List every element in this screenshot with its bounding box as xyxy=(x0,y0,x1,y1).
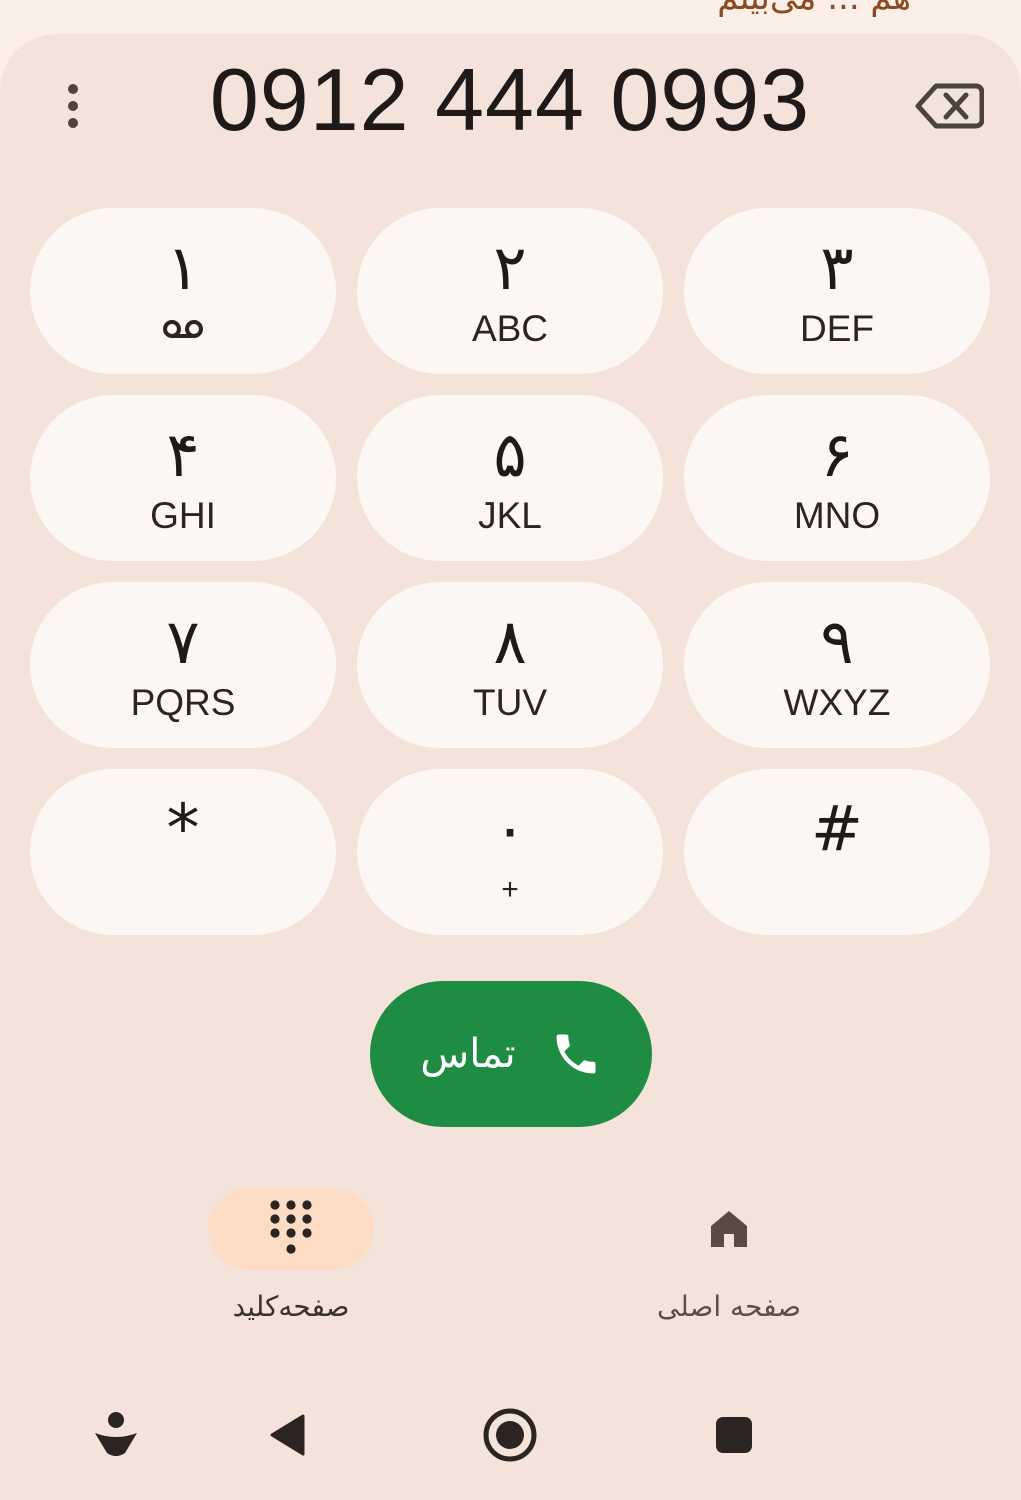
key-digit: ۶ xyxy=(820,418,854,491)
nav-keypad-label: صفحه‌کلید xyxy=(232,1290,350,1323)
dialpad: ۱ ۲ ABC ۳ DEF ۴ GHI ۵ JKL ۶ MNO ۷ PQRS ۸… xyxy=(30,208,990,935)
key-letters: TUV xyxy=(473,682,547,723)
home-button[interactable] xyxy=(478,1400,542,1470)
backspace-button[interactable] xyxy=(914,78,985,134)
key-hash[interactable]: # xyxy=(684,769,990,935)
key-digit: # xyxy=(811,792,863,865)
accessibility-icon xyxy=(95,1412,137,1456)
accessibility-button[interactable] xyxy=(86,1400,146,1470)
phone-number-display[interactable]: 0912 444 0993 xyxy=(130,40,890,160)
call-button[interactable]: تماس xyxy=(370,981,652,1127)
key-digit: ۷ xyxy=(166,605,200,678)
nav-home[interactable]: صفحه اصلی xyxy=(619,1188,839,1338)
key-digit: ۴ xyxy=(166,418,200,491)
key-3[interactable]: ۳ DEF xyxy=(684,208,990,374)
key-digit: * xyxy=(166,790,200,867)
voicemail-icon xyxy=(162,309,204,349)
backspace-icon xyxy=(915,83,985,129)
key-letters: DEF xyxy=(800,308,874,349)
nav-keypad-pill xyxy=(208,1188,374,1270)
key-letters: + xyxy=(501,873,519,906)
phone-icon xyxy=(556,1034,596,1074)
key-digit: ۳ xyxy=(820,231,854,304)
key-7[interactable]: ۷ PQRS xyxy=(30,582,336,748)
recents-button[interactable] xyxy=(708,1400,760,1470)
call-label: تماس xyxy=(420,1031,516,1077)
key-4[interactable]: ۴ GHI xyxy=(30,395,336,561)
key-1[interactable]: ۱ xyxy=(30,208,336,374)
top-partial-text: هم ... می‌بینم xyxy=(717,0,911,18)
nav-home-pill xyxy=(646,1188,812,1270)
more-options-icon-dot xyxy=(68,118,78,128)
key-star[interactable]: * xyxy=(30,769,336,935)
more-options-icon xyxy=(68,84,78,94)
key-letters: PQRS xyxy=(130,682,236,723)
key-digit: ۰ xyxy=(493,792,527,865)
key-9[interactable]: ۹ WXYZ xyxy=(684,582,990,748)
more-options-button[interactable] xyxy=(48,78,98,134)
key-digit: ۸ xyxy=(493,605,527,678)
back-icon xyxy=(270,1414,305,1456)
key-2[interactable]: ۲ ABC xyxy=(357,208,663,374)
key-letters: JKL xyxy=(478,495,542,536)
key-6[interactable]: ۶ MNO xyxy=(684,395,990,561)
key-letters: GHI xyxy=(150,495,216,536)
home-icon xyxy=(711,1211,747,1247)
key-letters: WXYZ xyxy=(783,682,891,723)
key-5[interactable]: ۵ JKL xyxy=(357,395,663,561)
key-8[interactable]: ۸ TUV xyxy=(357,582,663,748)
key-digit: ۵ xyxy=(493,418,527,491)
key-digit: ۲ xyxy=(493,231,527,304)
dialpad-icon xyxy=(270,1200,312,1254)
key-letters: ABC xyxy=(471,308,549,349)
nav-keypad[interactable]: صفحه‌کلید xyxy=(181,1188,401,1338)
nav-home-label: صفحه اصلی xyxy=(656,1290,802,1323)
key-0[interactable]: ۰ + xyxy=(357,769,663,935)
key-digit: ۹ xyxy=(820,605,854,678)
back-button[interactable] xyxy=(262,1400,312,1470)
recents-icon xyxy=(716,1417,752,1453)
key-digit: ۱ xyxy=(166,231,200,304)
key-letters: MNO xyxy=(793,495,881,536)
more-options-icon-dot xyxy=(68,101,78,111)
home-circle-icon xyxy=(483,1408,537,1462)
